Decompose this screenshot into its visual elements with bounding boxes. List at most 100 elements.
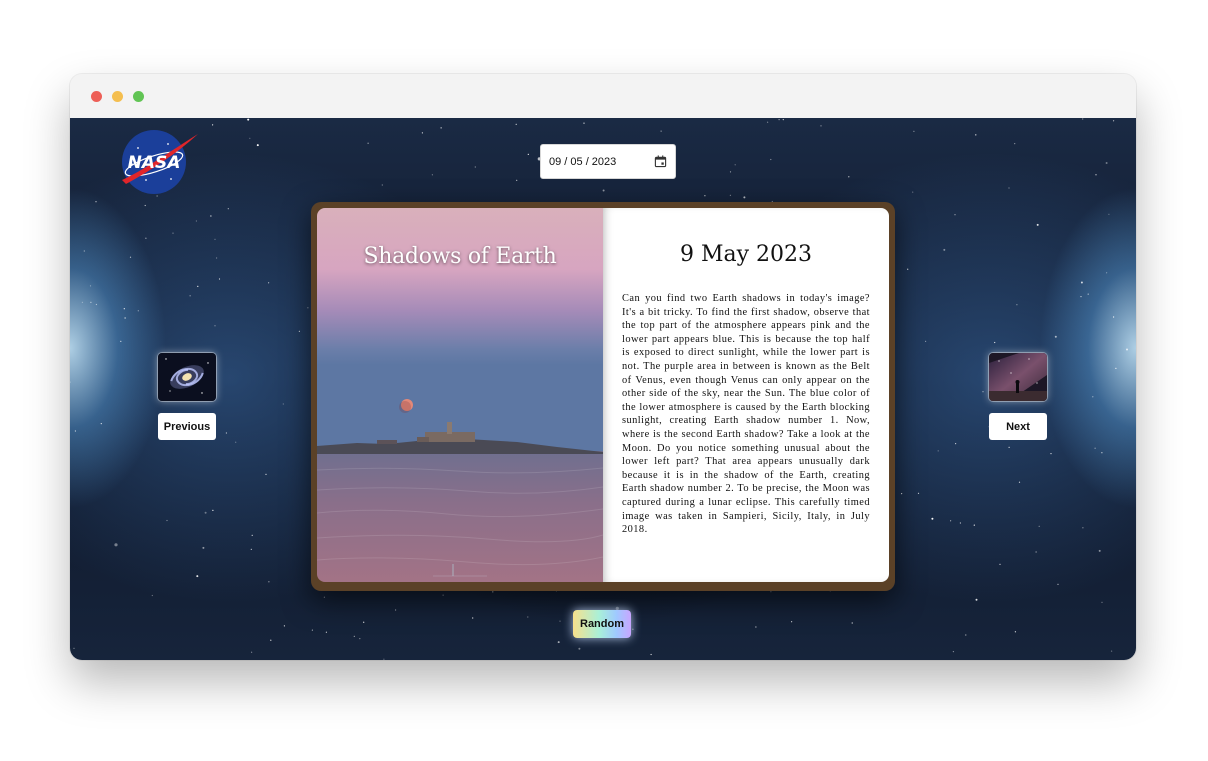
star bbox=[247, 118, 250, 121]
space-background: NASA 09 / 05 / 2023 Shadows of Earth 9 M… bbox=[70, 118, 1136, 660]
star bbox=[1057, 583, 1059, 585]
star bbox=[994, 341, 996, 344]
star bbox=[515, 123, 517, 125]
nasa-logo-icon[interactable]: NASA bbox=[116, 124, 200, 196]
star bbox=[268, 581, 270, 583]
star bbox=[120, 340, 122, 342]
star bbox=[100, 423, 102, 425]
star bbox=[363, 621, 365, 623]
star bbox=[743, 196, 746, 199]
star bbox=[492, 591, 494, 593]
star bbox=[123, 308, 125, 310]
star bbox=[1080, 281, 1083, 284]
previous-button[interactable]: Previous bbox=[158, 413, 216, 440]
apod-book: Shadows of Earth 9 May 2023 Can you find… bbox=[311, 202, 895, 591]
calendar-icon[interactable] bbox=[654, 155, 667, 168]
star bbox=[1018, 481, 1021, 483]
star bbox=[1108, 213, 1110, 215]
star bbox=[1113, 316, 1115, 318]
star bbox=[851, 622, 853, 624]
star bbox=[114, 543, 118, 547]
star bbox=[965, 634, 967, 636]
star bbox=[516, 179, 518, 181]
random-button[interactable]: Random bbox=[573, 610, 631, 638]
star bbox=[559, 620, 561, 622]
star bbox=[1054, 335, 1057, 338]
star bbox=[1008, 187, 1010, 189]
star bbox=[166, 519, 168, 522]
star bbox=[820, 125, 822, 127]
star bbox=[202, 546, 205, 549]
star bbox=[975, 134, 977, 136]
star bbox=[1082, 118, 1084, 120]
close-window-button[interactable] bbox=[91, 91, 102, 102]
star bbox=[925, 340, 927, 342]
star bbox=[770, 158, 772, 161]
star bbox=[298, 330, 300, 332]
star bbox=[70, 381, 71, 383]
star bbox=[1080, 296, 1082, 298]
star bbox=[704, 195, 706, 197]
maximize-window-button[interactable] bbox=[133, 91, 144, 102]
star bbox=[954, 214, 956, 216]
star bbox=[1115, 367, 1117, 369]
star bbox=[912, 191, 914, 193]
apod-image-page: Shadows of Earth bbox=[317, 208, 603, 582]
star bbox=[755, 626, 757, 628]
star bbox=[359, 638, 361, 640]
next-day-thumbnail[interactable] bbox=[989, 353, 1047, 401]
star bbox=[959, 522, 962, 524]
star bbox=[1101, 452, 1103, 454]
star bbox=[265, 473, 267, 475]
star bbox=[1016, 304, 1018, 306]
star bbox=[189, 295, 191, 297]
star bbox=[527, 616, 529, 618]
previous-day-thumbnail[interactable] bbox=[158, 353, 216, 401]
star bbox=[1095, 174, 1097, 176]
star bbox=[367, 142, 369, 144]
star bbox=[124, 317, 126, 319]
star bbox=[848, 176, 850, 178]
star bbox=[975, 598, 978, 601]
apod-explanation: Can you find two Earth shadows in today'… bbox=[622, 293, 870, 536]
star bbox=[395, 609, 397, 611]
date-input[interactable]: 09 / 05 / 2023 bbox=[540, 144, 676, 179]
star bbox=[325, 631, 327, 633]
nasa-logo-text: NASA bbox=[128, 153, 181, 173]
star bbox=[235, 441, 237, 443]
star bbox=[210, 215, 212, 217]
star bbox=[952, 651, 955, 653]
star bbox=[249, 137, 251, 139]
star bbox=[204, 511, 207, 514]
star bbox=[602, 189, 605, 192]
star bbox=[950, 520, 952, 522]
star bbox=[527, 153, 529, 155]
star bbox=[472, 617, 474, 619]
next-button[interactable]: Next bbox=[989, 413, 1047, 440]
star bbox=[778, 119, 780, 121]
star bbox=[353, 635, 355, 638]
apod-title: Shadows of Earth bbox=[363, 244, 557, 269]
star bbox=[282, 403, 284, 405]
star bbox=[1111, 650, 1113, 652]
star bbox=[95, 303, 97, 306]
star bbox=[1008, 446, 1010, 448]
star bbox=[73, 647, 75, 649]
star bbox=[578, 647, 581, 650]
star bbox=[216, 257, 218, 259]
star bbox=[901, 493, 903, 495]
star bbox=[982, 391, 984, 393]
date-input-value: 09 / 05 / 2023 bbox=[549, 155, 617, 168]
star bbox=[917, 492, 920, 494]
apod-text-page: 9 May 2023 Can you find two Earth shadow… bbox=[603, 208, 889, 582]
star bbox=[1036, 223, 1039, 226]
star bbox=[729, 171, 732, 173]
star bbox=[943, 248, 946, 251]
minimize-window-button[interactable] bbox=[112, 91, 123, 102]
star bbox=[1087, 293, 1089, 295]
star bbox=[323, 596, 325, 598]
window-titlebar bbox=[70, 74, 1136, 118]
star bbox=[474, 166, 476, 168]
star bbox=[650, 653, 652, 656]
star bbox=[214, 325, 216, 327]
